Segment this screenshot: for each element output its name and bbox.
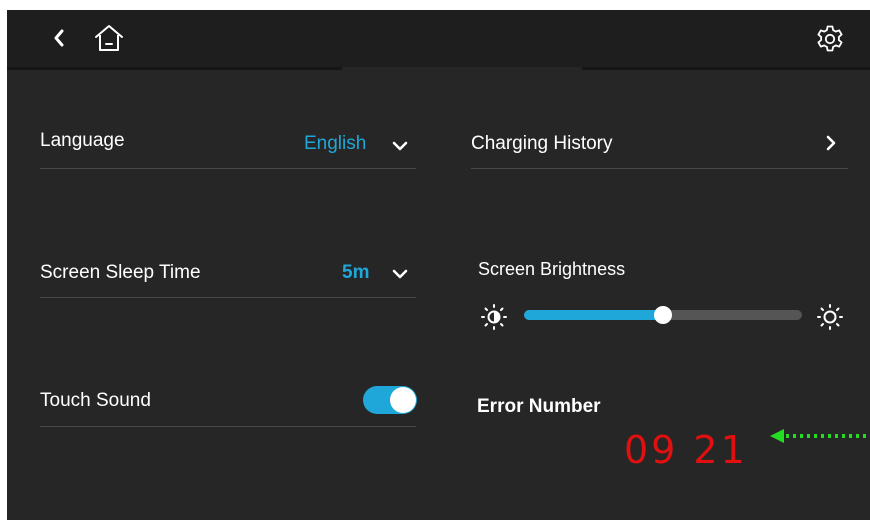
screen-brightness-label: Screen Brightness bbox=[478, 259, 626, 279]
annotation-arrow-icon bbox=[770, 429, 870, 443]
brightness-low-icon bbox=[481, 304, 507, 330]
top-bar bbox=[7, 10, 870, 67]
screen-sleep-value[interactable]: 5m bbox=[342, 262, 369, 284]
settings-button[interactable] bbox=[813, 22, 847, 56]
brightness-slider-fill bbox=[524, 310, 663, 320]
gear-icon bbox=[817, 25, 843, 52]
screen-sleep-label: Screen Sleep Time bbox=[40, 262, 201, 283]
chevron-left-icon bbox=[54, 29, 64, 47]
error-code: 09 21 bbox=[624, 428, 748, 472]
app-screen: Language English Charging History Screen… bbox=[7, 10, 870, 520]
top-bar-divider-right bbox=[582, 67, 870, 70]
home-button[interactable] bbox=[91, 20, 127, 56]
touch-sound-row: Touch Sound bbox=[40, 380, 417, 427]
language-label: Language bbox=[40, 130, 125, 151]
top-bar-divider-left bbox=[7, 67, 342, 70]
chevron-down-icon[interactable] bbox=[392, 140, 408, 152]
brightness-slider[interactable] bbox=[524, 306, 802, 324]
charging-history-label: Charging History bbox=[471, 133, 613, 154]
touch-sound-toggle[interactable] bbox=[363, 386, 417, 414]
language-value[interactable]: English bbox=[304, 133, 366, 155]
back-button[interactable] bbox=[45, 24, 73, 52]
error-number-label: Error Number bbox=[477, 396, 601, 417]
home-icon bbox=[95, 25, 123, 51]
toggle-knob bbox=[390, 387, 416, 413]
screen-sleep-row[interactable]: Screen Sleep Time 5m bbox=[40, 250, 416, 298]
brightness-high-icon bbox=[817, 304, 843, 330]
language-row[interactable]: Language English bbox=[40, 120, 416, 169]
chevron-right-icon bbox=[826, 135, 836, 151]
charging-history-row[interactable]: Charging History bbox=[471, 120, 848, 169]
touch-sound-label: Touch Sound bbox=[40, 390, 151, 411]
brightness-slider-thumb[interactable] bbox=[654, 306, 672, 324]
chevron-down-icon[interactable] bbox=[392, 268, 408, 280]
